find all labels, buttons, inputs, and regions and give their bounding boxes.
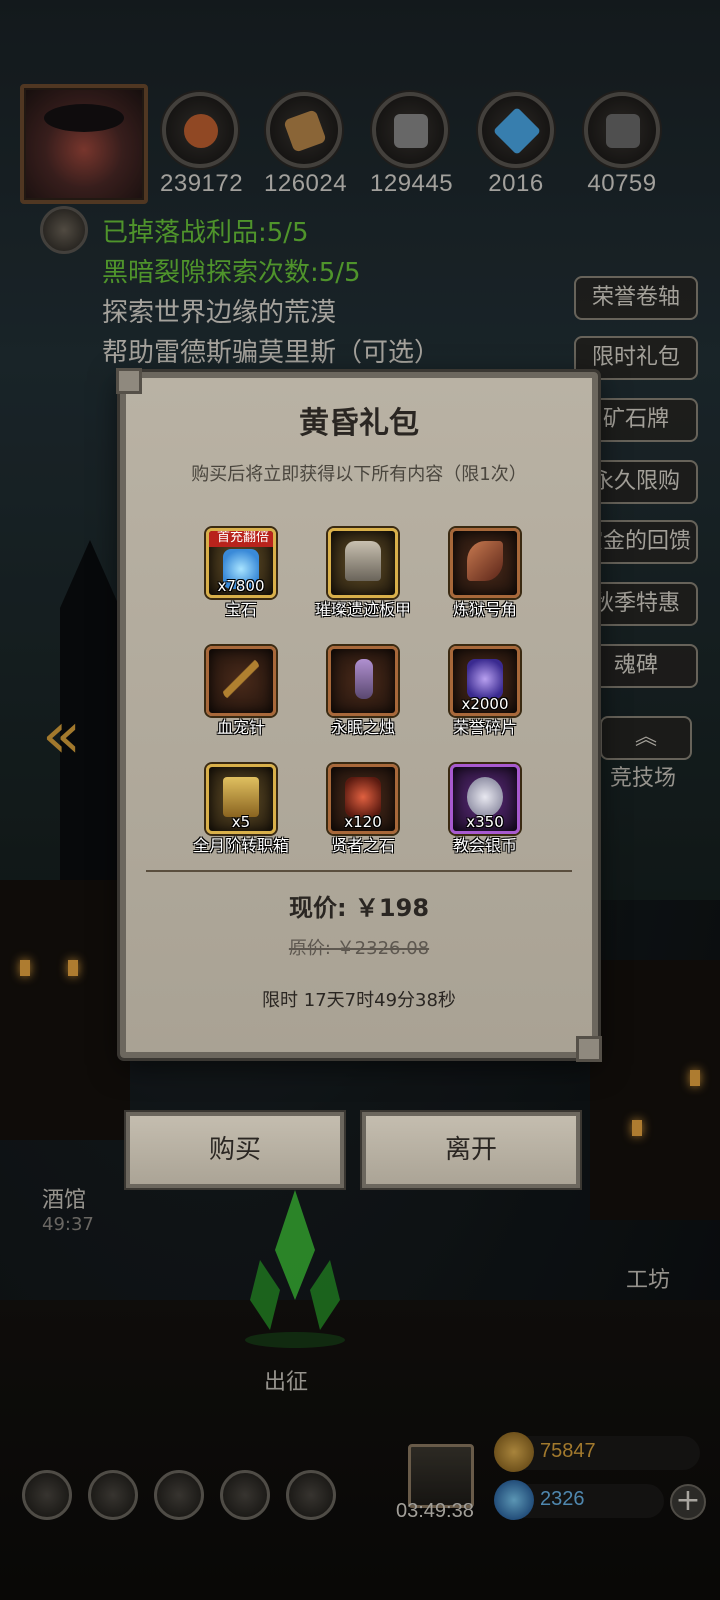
item-name: 贤者之石 xyxy=(330,836,395,855)
dialog-subtitle: 购买后将立即获得以下所有内容（限1次） xyxy=(191,464,527,485)
item-frame xyxy=(206,646,276,716)
armor-icon xyxy=(345,541,381,581)
item-name: 璀璨遗迹板甲 xyxy=(314,600,411,619)
item-frame: 首充翻倍 x7800 xyxy=(206,528,276,598)
item-quantity: x120 xyxy=(344,813,382,831)
reward-item-honor-shard[interactable]: x2000 荣誉碎片 xyxy=(430,646,540,738)
reward-item-blood-needle[interactable]: 血宠针 xyxy=(186,646,296,738)
item-frame xyxy=(450,528,520,598)
reward-item-gem[interactable]: 首充翻倍 x7800 宝石 xyxy=(186,528,296,620)
reward-item-plate-armor[interactable]: 璀璨遗迹板甲 xyxy=(308,528,418,620)
limited-time-countdown: 限时 17天7时49分38秒 xyxy=(262,990,456,1011)
item-name: 血宠针 xyxy=(216,718,265,737)
double-first-charge-badge: 首充翻倍 xyxy=(209,531,273,547)
silver-coin-icon xyxy=(467,777,503,817)
reward-item-eternal-candle[interactable]: 永眠之烛 xyxy=(308,646,418,738)
item-quantity: x2000 xyxy=(461,695,509,713)
item-frame: x5 xyxy=(206,764,276,834)
horn-icon xyxy=(467,541,503,581)
honor-shard-icon xyxy=(467,659,503,699)
item-quantity: x5 xyxy=(231,813,251,831)
item-quantity: x350 xyxy=(466,813,504,831)
item-frame: x350 xyxy=(450,764,520,834)
dusk-pack-dialog: 黄昏礼包 购买后将立即获得以下所有内容（限1次） 首充翻倍 x7800 宝石 璀… xyxy=(116,368,602,1062)
current-price: 现价: ￥198 xyxy=(288,894,430,922)
buy-button[interactable]: 购买 xyxy=(126,1112,344,1188)
item-name: 永眠之烛 xyxy=(330,718,395,737)
chest-icon xyxy=(223,777,259,817)
reward-item-class-change-chest[interactable]: x5 全月阶转职箱 xyxy=(186,764,296,856)
item-name: 宝石 xyxy=(224,600,257,619)
reward-item-sage-stone[interactable]: x120 贤者之石 xyxy=(308,764,418,856)
item-name: 全月阶转职箱 xyxy=(192,836,289,855)
candle-icon xyxy=(355,659,373,699)
item-frame xyxy=(328,528,398,598)
item-name: 教会银币 xyxy=(452,836,517,855)
original-price-text: 原价: ￥2326.08 xyxy=(288,938,430,959)
leave-button[interactable]: 离开 xyxy=(362,1112,580,1188)
item-name: 荣誉碎片 xyxy=(452,718,517,737)
item-frame: x120 xyxy=(328,764,398,834)
item-frame: x2000 xyxy=(450,646,520,716)
staff-icon xyxy=(223,659,259,699)
item-name: 炼狱号角 xyxy=(452,600,517,619)
item-frame xyxy=(328,646,398,716)
reward-item-horn[interactable]: 炼狱号角 xyxy=(430,528,540,620)
item-quantity: x7800 xyxy=(217,577,265,595)
divider xyxy=(146,870,572,872)
dialog-title: 黄昏礼包 xyxy=(299,406,419,441)
sage-stone-icon xyxy=(345,777,381,817)
original-price: 原价: ￥2326.08 xyxy=(126,934,592,960)
reward-item-church-silver[interactable]: x350 教会银币 xyxy=(430,764,540,856)
